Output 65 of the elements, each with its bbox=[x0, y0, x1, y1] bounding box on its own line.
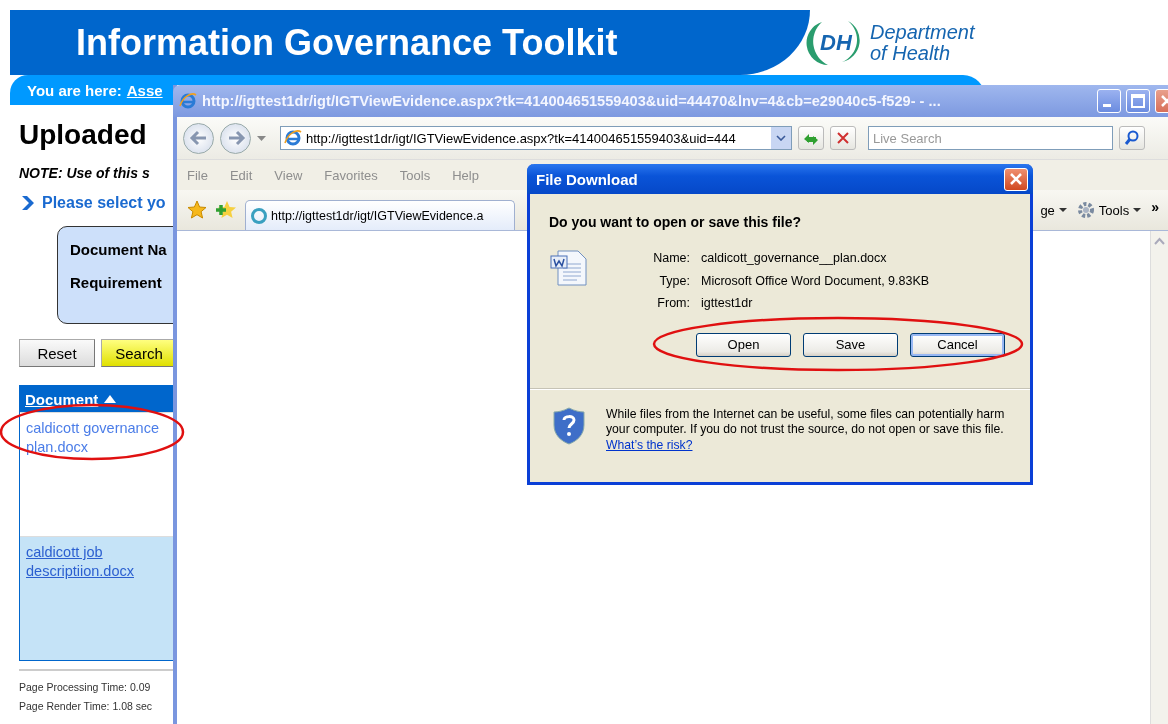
note-text: NOTE: Use of this s bbox=[19, 165, 150, 181]
scrollbar[interactable] bbox=[1150, 231, 1168, 724]
dialog-question: Do you want to open or save this file? bbox=[549, 214, 803, 230]
refresh-button[interactable] bbox=[798, 126, 824, 150]
logo-mark: DH bbox=[806, 17, 866, 68]
page-heading: Uploaded bbox=[19, 119, 147, 151]
stop-icon bbox=[836, 131, 850, 145]
back-arrow-icon bbox=[188, 130, 209, 146]
instruction-text: Please select yo bbox=[42, 194, 166, 212]
field-label: From: bbox=[656, 295, 690, 312]
search-button[interactable] bbox=[1119, 126, 1145, 150]
forward-button[interactable] bbox=[220, 122, 251, 154]
field-label: Name: bbox=[652, 250, 690, 267]
sort-up-icon bbox=[104, 395, 117, 403]
page-menu[interactable]: ge bbox=[1040, 202, 1067, 218]
save-button[interactable]: Save bbox=[803, 332, 898, 357]
address-field[interactable]: http://igttest1dr/igt/IGTViewEvidence.aspx?tk=414004651559403&uid=444 bbox=[280, 126, 792, 150]
footer-text: Page Render Time: 1.08 sec bbox=[19, 699, 153, 714]
page-icon bbox=[284, 129, 302, 147]
window-title: http://igttest1dr/igt/IGTViewEvidence.aspx?tk=414004651559403&uid=44470&lnv=4&cb=e29040c5-f529- - ... bbox=[202, 93, 942, 109]
filter-label: Document Na bbox=[70, 241, 168, 258]
field-value: Microsoft Office Word Document, 9.83KB bbox=[701, 272, 930, 289]
site-title: Information Governance Toolkit bbox=[76, 21, 618, 64]
scroll-up-icon[interactable] bbox=[1151, 235, 1168, 247]
field-value: igttest1dr bbox=[701, 295, 754, 312]
add-favorite-icon[interactable] bbox=[215, 200, 237, 220]
maximize-button[interactable] bbox=[1126, 89, 1150, 113]
caret-icon[interactable] bbox=[257, 135, 266, 141]
field-label: Type: bbox=[658, 272, 690, 289]
loading-icon bbox=[250, 206, 268, 225]
close-button[interactable] bbox=[1004, 167, 1028, 191]
shield-help-icon bbox=[552, 406, 586, 445]
gear-icon bbox=[1076, 201, 1095, 219]
breadcrumb-label: You are here: bbox=[27, 81, 122, 99]
favorites-star-icon[interactable] bbox=[187, 200, 207, 220]
word-document-icon bbox=[550, 250, 588, 286]
dropdown-button[interactable] bbox=[771, 127, 791, 149]
minimize-icon bbox=[1103, 103, 1111, 107]
search-icon bbox=[1124, 130, 1140, 146]
browser-tab[interactable]: http://igttest1dr/igt/IGTViewEvidence.a bbox=[245, 200, 515, 230]
document-link[interactable]: caldicott job descriptiion.docx bbox=[26, 543, 171, 581]
back-button[interactable] bbox=[183, 122, 214, 154]
filter-label: Requirement bbox=[70, 274, 163, 291]
risk-link[interactable]: What’s the risk? bbox=[606, 437, 693, 452]
warning-text: While files from the Internet can be useful, some files can potentially harm your computer. If you do not trust the source, do not open or save this file. What’s the risk? bbox=[606, 406, 1006, 453]
browser-icon bbox=[179, 92, 197, 110]
close-icon bbox=[1009, 172, 1023, 186]
reset-button[interactable]: Reset bbox=[19, 339, 95, 367]
overflow-chevron[interactable]: » bbox=[1151, 199, 1159, 215]
caret-icon bbox=[1058, 208, 1067, 212]
caret-icon bbox=[1133, 208, 1142, 212]
document-link[interactable]: caldicott governance plan.docx bbox=[26, 419, 171, 457]
logo-text: Department of Health bbox=[870, 21, 975, 64]
open-button[interactable]: Open bbox=[696, 332, 791, 357]
search-field[interactable]: Live Search bbox=[868, 126, 1113, 150]
cancel-button[interactable]: Cancel bbox=[910, 332, 1005, 357]
dialog-title: File Download bbox=[536, 170, 639, 188]
tools-menu[interactable]: Tools bbox=[1076, 201, 1142, 219]
chevron-down-icon bbox=[776, 135, 786, 141]
stop-button[interactable] bbox=[830, 126, 856, 150]
chevron-icon bbox=[22, 196, 34, 210]
footer-text: Page Processing Time: 0.09 bbox=[19, 680, 152, 695]
maximize-icon bbox=[1131, 94, 1145, 108]
field-value: caldicott_governance__plan.docx bbox=[701, 250, 888, 267]
minimize-button[interactable] bbox=[1097, 89, 1121, 113]
